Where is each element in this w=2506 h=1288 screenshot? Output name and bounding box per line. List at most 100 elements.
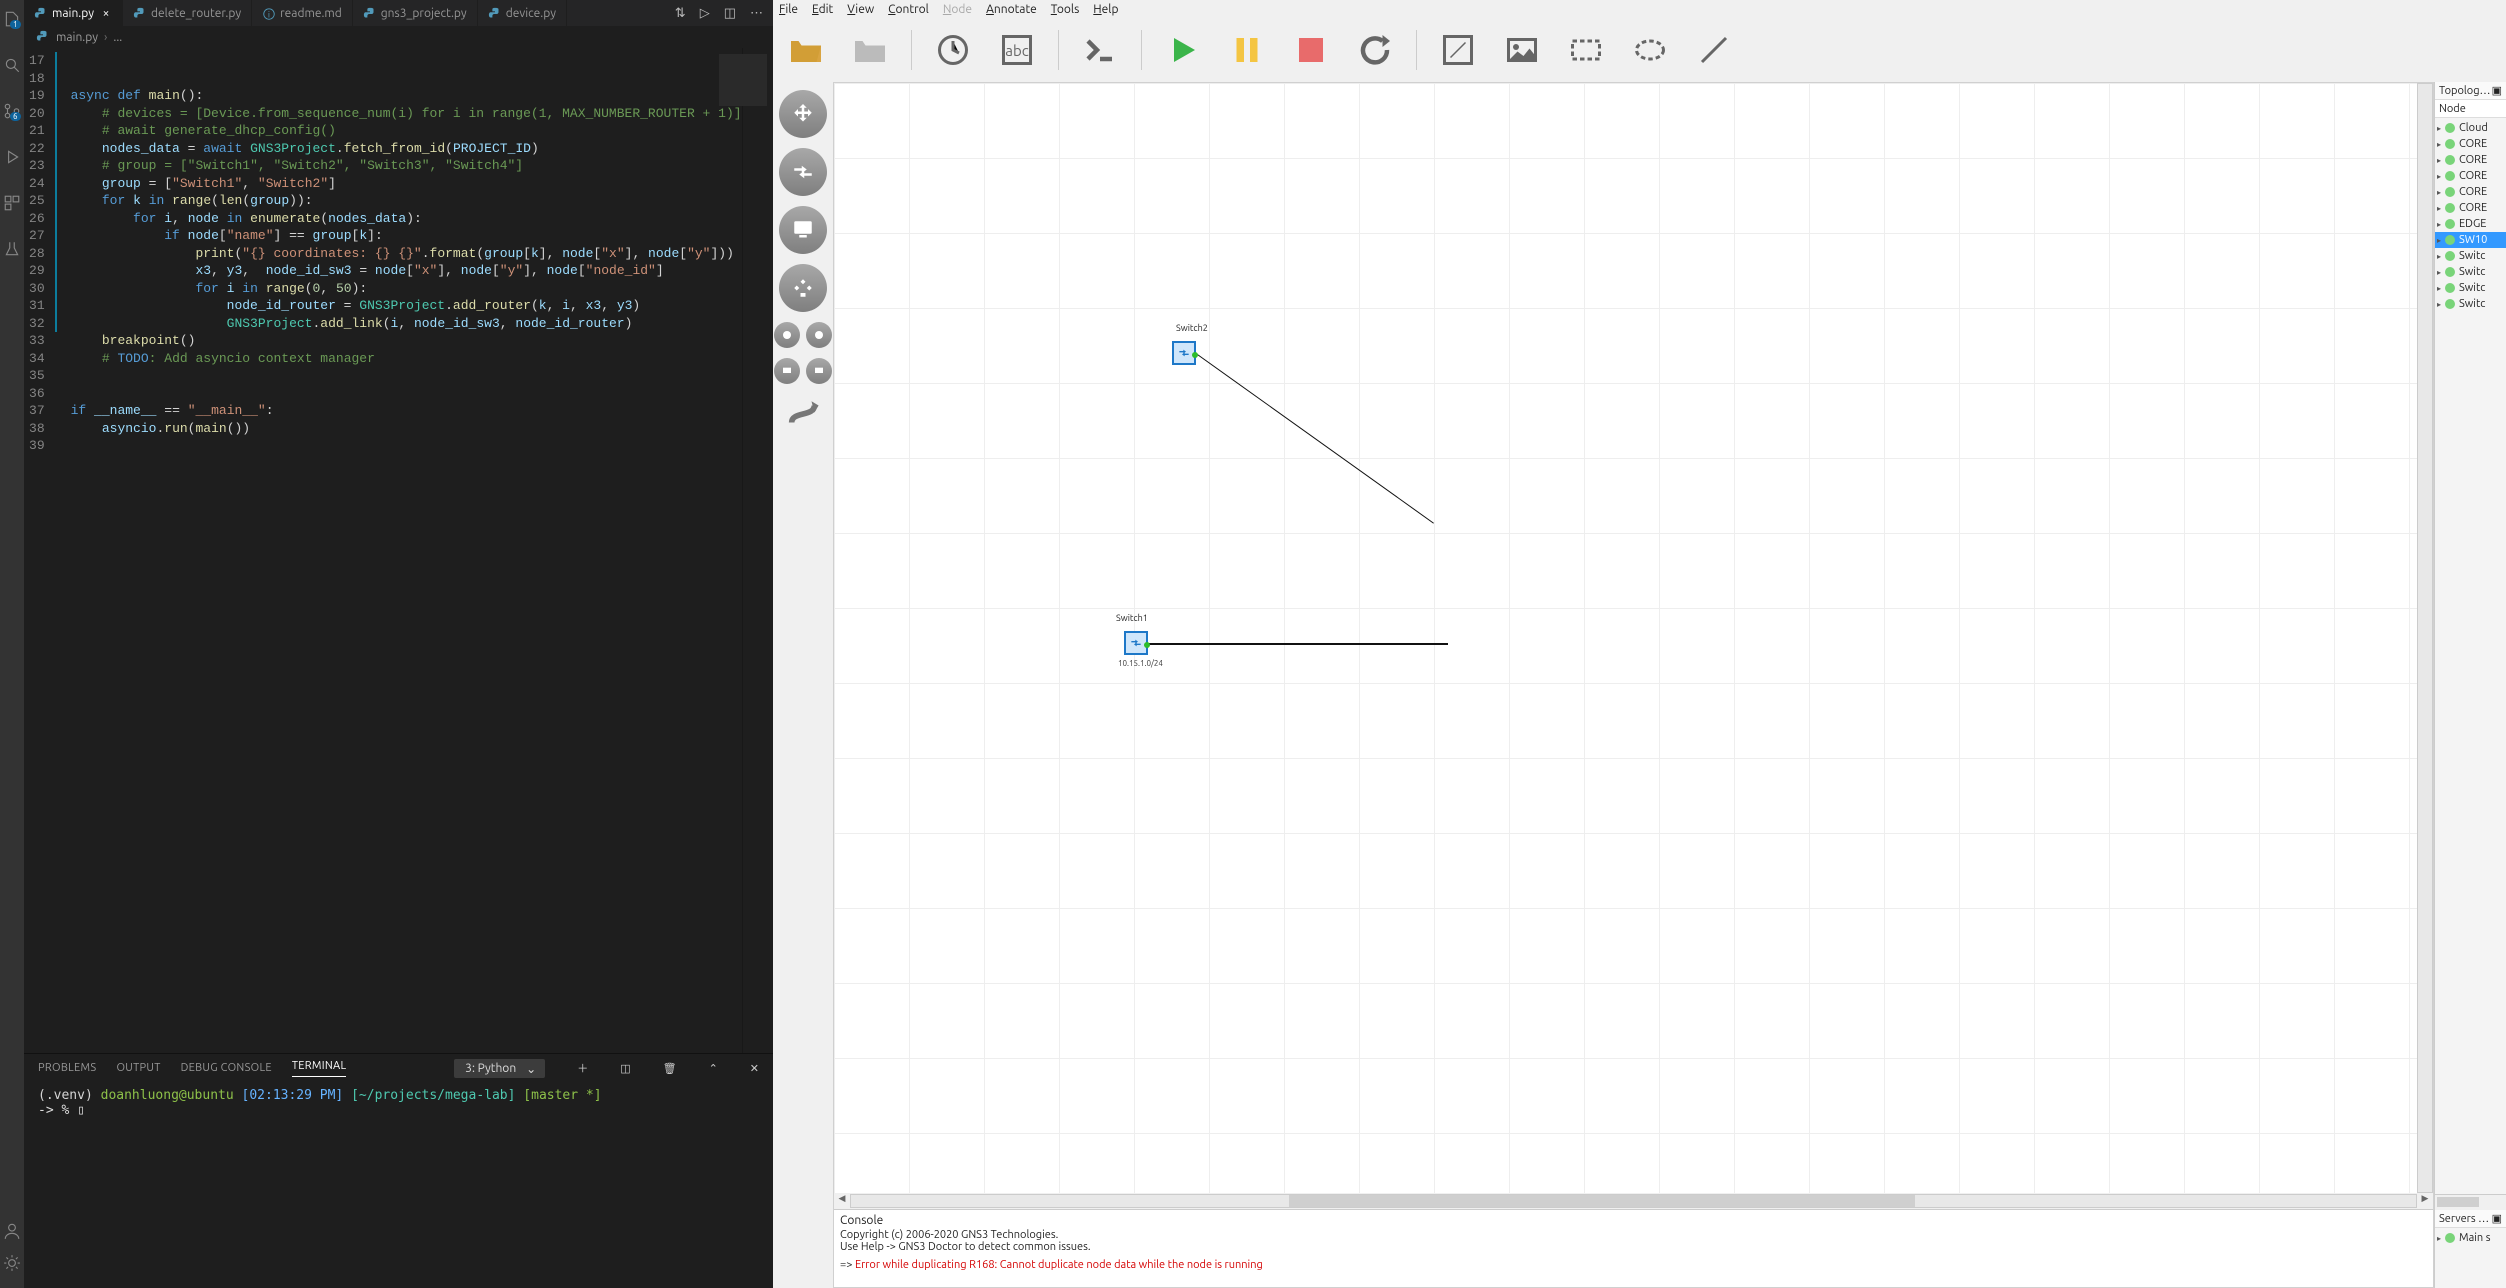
split-icon[interactable]: ◫	[724, 6, 736, 21]
image-icon[interactable]	[1499, 27, 1545, 73]
browse2-icon[interactable]	[806, 322, 832, 348]
new-project-icon[interactable]	[847, 27, 893, 73]
code-line[interactable]: group = ["Switch1", "Switch2"]	[55, 175, 742, 193]
draw-line-icon[interactable]	[1691, 27, 1737, 73]
tab-delete_router-py[interactable]: delete_router.py	[123, 0, 252, 26]
switch-node[interactable]	[1172, 341, 1196, 365]
pc-sm-icon[interactable]	[774, 358, 800, 384]
play-icon[interactable]: ▷	[700, 6, 710, 21]
expand-icon[interactable]: ▸	[2437, 300, 2441, 309]
expand-icon[interactable]: ▸	[2437, 140, 2441, 149]
code-line[interactable]: print("{} coordinates: {} {}".format(gro…	[55, 245, 742, 263]
panel-tab-output[interactable]: OUTPUT	[116, 1062, 160, 1074]
code-line[interactable]: GNS3Project.add_link(i, node_id_sw3, nod…	[55, 315, 742, 333]
code-line[interactable]: if __name__ == "__main__":	[55, 402, 742, 420]
menu-control[interactable]: Control	[888, 3, 929, 16]
code-line[interactable]: async def main():	[55, 87, 742, 105]
horizontal-scrollbar[interactable]: ◀ ▶	[834, 1193, 2433, 1209]
start-icon[interactable]	[1160, 27, 1206, 73]
scm-icon[interactable]: 6	[0, 102, 24, 126]
side-hscroll[interactable]	[2435, 1194, 2506, 1210]
code-line[interactable]: nodes_data = await GNS3Project.fetch_fro…	[55, 140, 742, 158]
breadcrumb[interactable]: main.py › ...	[24, 26, 773, 48]
expand-icon[interactable]: ▸	[2437, 284, 2441, 293]
tree-item[interactable]: ▸Switc	[2435, 264, 2506, 280]
switch-node[interactable]	[1124, 631, 1148, 655]
tree-item[interactable]: ▸SW10	[2435, 232, 2506, 248]
panel-tab-problems[interactable]: PROBLEMS	[38, 1062, 96, 1074]
code-line[interactable]: node_id_router = GNS3Project.add_router(…	[55, 297, 742, 315]
explorer-icon[interactable]: 1	[0, 10, 24, 34]
tab-gns3_project-py[interactable]: gns3_project.py	[353, 0, 478, 26]
code-line[interactable]: # devices = [Device.from_sequence_num(i)…	[55, 105, 742, 123]
tree-item[interactable]: ▸CORE	[2435, 152, 2506, 168]
code-line[interactable]: breakpoint()	[55, 332, 742, 350]
scroll-left-icon[interactable]: ◀	[834, 1193, 850, 1209]
topology-pane-title[interactable]: Topolog… ▣	[2435, 82, 2506, 100]
close-icon[interactable]: ✕	[750, 1062, 759, 1075]
panel-tab-debug-console[interactable]: DEBUG CONSOLE	[181, 1062, 272, 1074]
panel-tab-terminal[interactable]: TERMINAL	[292, 1060, 347, 1077]
detach-icon[interactable]: ▣	[2492, 84, 2502, 97]
add-link-icon[interactable]	[781, 394, 825, 434]
code-line[interactable]: asyncio.run(main())	[55, 420, 742, 438]
stop-icon[interactable]	[1288, 27, 1334, 73]
expand-icon[interactable]: ▸	[2437, 268, 2441, 277]
menu-annotate[interactable]: Annotate	[986, 3, 1037, 16]
more-icon[interactable]: ⋯	[750, 6, 763, 21]
code-line[interactable]	[55, 385, 742, 403]
vertical-scrollbar[interactable]	[2417, 83, 2433, 1193]
expand-icon[interactable]: ▸	[2437, 204, 2441, 213]
breadcrumb-file[interactable]: main.py	[56, 31, 98, 44]
router-icon[interactable]	[779, 90, 827, 138]
topology-canvas[interactable]: Switch2Switch110.15.1.0/24	[834, 83, 2433, 1193]
tab-readme-md[interactable]: ireadme.md	[252, 0, 353, 26]
code-line[interactable]: if node["name"] == group[k]:	[55, 227, 742, 245]
trash-icon[interactable]: 🗑	[663, 1062, 677, 1075]
ellipse-icon[interactable]	[1627, 27, 1673, 73]
code-line[interactable]	[55, 367, 742, 385]
servers-tree[interactable]: ▸Main s	[2435, 1228, 2506, 1288]
account-icon[interactable]	[0, 1222, 24, 1246]
console-icon[interactable]	[1077, 27, 1123, 73]
code-line[interactable]	[55, 437, 742, 455]
open-project-icon[interactable]	[783, 27, 829, 73]
tab-main-py[interactable]: main.py×	[24, 0, 123, 26]
code-line[interactable]	[55, 70, 742, 88]
expand-icon[interactable]: ▸	[2437, 1234, 2441, 1243]
gear-icon[interactable]	[0, 1254, 24, 1278]
expand-icon[interactable]: ▸	[2437, 124, 2441, 133]
breadcrumb-more[interactable]: ...	[113, 31, 122, 44]
split-icon[interactable]: ◫	[620, 1062, 630, 1075]
tree-item[interactable]: ▸CORE	[2435, 184, 2506, 200]
menu-help[interactable]: Help	[1093, 3, 1118, 16]
term-prompt[interactable]: -> % ▯	[38, 1103, 759, 1118]
search-icon[interactable]	[0, 56, 24, 80]
topology-link[interactable]	[1196, 353, 1435, 524]
menu-tools[interactable]: Tools	[1051, 3, 1080, 16]
browse-icon[interactable]	[774, 322, 800, 348]
code-line[interactable]	[55, 52, 742, 70]
detach-icon[interactable]: ▣	[2492, 1212, 2502, 1225]
minimap[interactable]	[742, 48, 773, 1053]
topology-link[interactable]	[1148, 643, 1448, 645]
rect-icon[interactable]	[1563, 27, 1609, 73]
menu-file[interactable]: File	[779, 3, 798, 16]
code-line[interactable]: for k in range(len(group)):	[55, 192, 742, 210]
terminal[interactable]: (.venv) doanhluong@ubuntu [02:13:29 PM] …	[24, 1082, 773, 1288]
expand-icon[interactable]: ▸	[2437, 172, 2441, 181]
server-item[interactable]: ▸Main s	[2435, 1230, 2506, 1246]
extensions-icon[interactable]	[0, 194, 24, 218]
tree-item[interactable]: ▸Switc	[2435, 280, 2506, 296]
code-line[interactable]: # await generate_dhcp_config()	[55, 122, 742, 140]
annotate-icon[interactable]	[1435, 27, 1481, 73]
play-sm-icon[interactable]	[806, 358, 832, 384]
code-line[interactable]: # group = ["Switch1", "Switch2", "Switch…	[55, 157, 742, 175]
tree-item[interactable]: ▸Cloud	[2435, 120, 2506, 136]
show-interfaces-icon[interactable]: abc	[994, 27, 1040, 73]
servers-pane-title[interactable]: Servers … ▣	[2435, 1210, 2506, 1228]
expand-icon[interactable]: ▸	[2437, 156, 2441, 165]
close-icon[interactable]: ×	[100, 7, 112, 20]
topology-tree[interactable]: ▸Cloud▸CORE▸CORE▸CORE▸CORE▸CORE▸EDGE▸SW1…	[2435, 118, 2506, 1194]
reload-icon[interactable]	[1352, 27, 1398, 73]
